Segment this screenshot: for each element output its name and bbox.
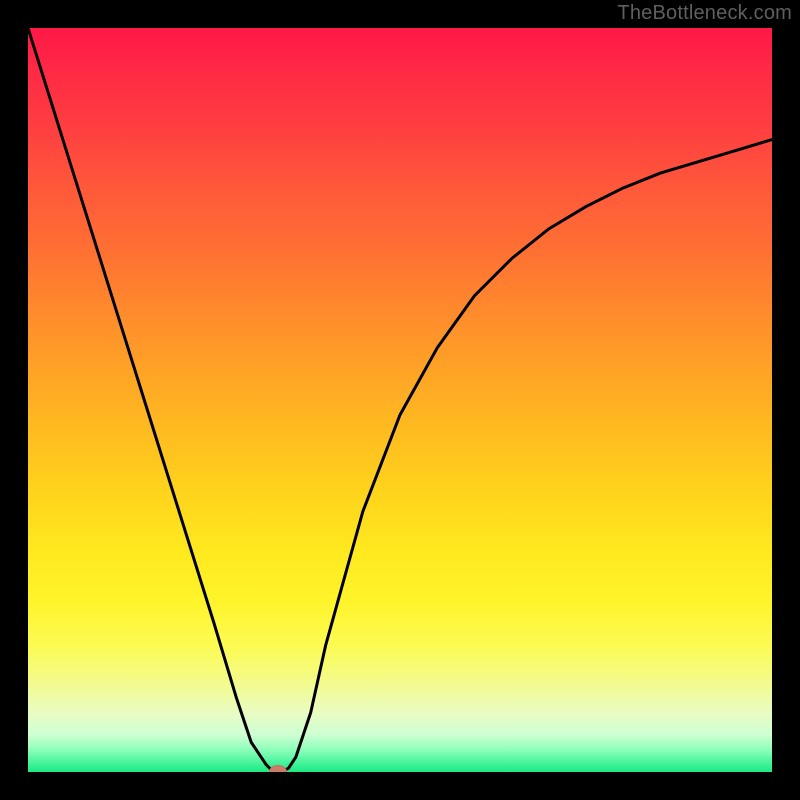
optimum-marker xyxy=(269,765,287,772)
watermark-text: TheBottleneck.com xyxy=(617,2,792,25)
chart-frame: TheBottleneck.com xyxy=(0,0,800,800)
bottleneck-curve xyxy=(28,28,772,772)
plot-area xyxy=(28,28,772,772)
